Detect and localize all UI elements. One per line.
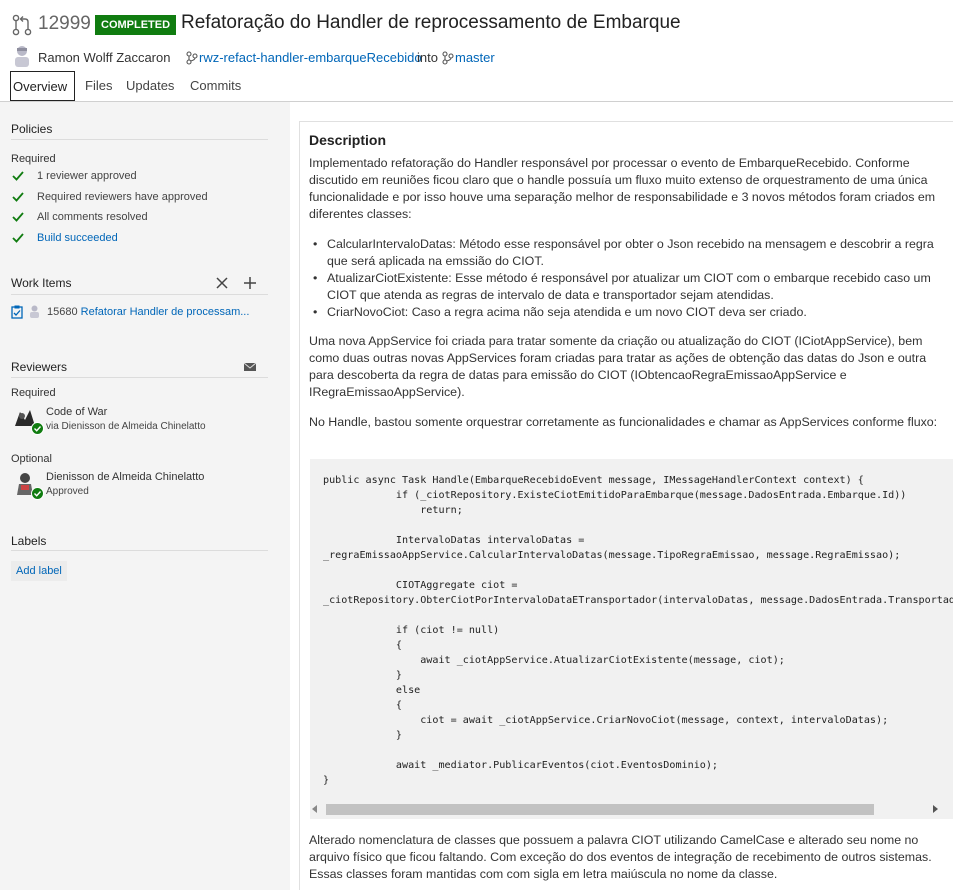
policy-label: All comments resolved <box>37 211 148 223</box>
tab-files[interactable]: Files <box>85 71 112 101</box>
description-title: Description <box>309 132 387 148</box>
work-item-id: 15680 <box>47 306 78 318</box>
author-avatar[interactable] <box>12 45 32 67</box>
mail-icon[interactable] <box>243 360 257 374</box>
policy-item: Build succeeded <box>11 231 271 249</box>
branch-icon <box>442 51 454 65</box>
author-name: Ramon Wolff Zaccaron <box>38 50 171 65</box>
work-item-label: 15680 Refatorar Handler de processam... <box>47 306 249 318</box>
source-branch-link[interactable]: rwz-refact-handler-embarqueRecebido <box>199 50 422 65</box>
policy-item: 1 reviewer approved <box>11 169 271 187</box>
add-icon[interactable] <box>243 276 257 290</box>
reviewer-optional[interactable]: Dienisson de Almeida Chinelatto Approved <box>11 471 271 507</box>
into-label: into <box>417 50 438 65</box>
reviewers-optional-label: Optional <box>11 453 52 465</box>
tab-commits[interactable]: Commits <box>190 71 241 101</box>
reviewer-via[interactable]: via Dienisson de Almeida Chinelatto <box>46 421 206 432</box>
labels-title: Labels <box>11 534 47 548</box>
list-item: CriarNovoCiot: Caso a regra acima não se… <box>309 304 939 321</box>
avatar <box>30 305 39 318</box>
handle-paragraph: No Handle, bastou somente orquestrar cor… <box>309 415 938 429</box>
approved-icon <box>31 422 44 435</box>
page-title: Refatoração do Handler de reprocessament… <box>181 12 681 33</box>
build-succeeded-link[interactable]: Build succeeded <box>37 232 118 244</box>
reviewer-name: Code of War <box>46 406 108 418</box>
code-block[interactable]: public async Task Handle(EmbarqueRecebid… <box>310 459 953 819</box>
reviewers-required-label: Required <box>11 387 56 399</box>
work-item-icon <box>11 305 23 319</box>
pr-header: 12999 COMPLETED Refatoração do Handler d… <box>0 0 953 102</box>
policies-required-label: Required <box>11 153 56 165</box>
reviewer-status: Approved <box>46 486 89 497</box>
policy-label: 1 reviewer approved <box>37 170 137 182</box>
description-intro: Implementado refatoração do Handler resp… <box>309 156 936 221</box>
approved-icon <box>31 487 44 500</box>
list-item: AtualizarCiotExistente: Esse método é re… <box>309 270 939 304</box>
reviewers-title: Reviewers <box>11 360 68 374</box>
divider <box>11 294 268 295</box>
tab-overview[interactable]: Overview <box>10 71 75 101</box>
divider <box>11 550 268 551</box>
scroll-left-arrow-icon[interactable] <box>312 805 317 813</box>
check-icon <box>12 233 24 243</box>
work-item-row[interactable]: 15680 Refatorar Handler de processam... <box>11 305 271 323</box>
pull-request-icon <box>12 14 32 36</box>
divider <box>11 139 268 140</box>
scroll-right-arrow-icon[interactable] <box>933 805 938 813</box>
code-horizontal-scrollbar[interactable] <box>310 801 940 818</box>
list-item: CalcularIntervaloDatas: Método esse resp… <box>309 236 939 270</box>
policy-label: Required reviewers have approved <box>37 191 208 203</box>
policy-item: All comments resolved <box>11 210 271 228</box>
close-icon[interactable] <box>215 276 229 290</box>
check-icon <box>12 171 24 181</box>
method-list: CalcularIntervaloDatas: Método esse resp… <box>309 236 939 321</box>
status-badge: COMPLETED <box>95 15 177 35</box>
target-branch-link[interactable]: master <box>455 50 495 65</box>
policies-title: Policies <box>11 122 53 136</box>
check-icon <box>12 212 24 222</box>
divider <box>11 377 268 378</box>
add-label-button[interactable]: Add label <box>11 561 67 581</box>
branch-icon <box>186 51 198 65</box>
work-item-link[interactable]: Refatorar Handler de processam... <box>81 306 250 318</box>
pr-id: 12999 <box>38 13 91 34</box>
code-text: public async Task Handle(EmbarqueRecebid… <box>323 475 953 786</box>
tab-updates[interactable]: Updates <box>126 71 174 101</box>
author-row: Ramon Wolff Zaccaron rwz-refact-handler-… <box>12 45 952 71</box>
reviewer-required[interactable]: Code of War via Dienisson de Almeida Chi… <box>11 406 271 442</box>
policy-item: Required reviewers have approved <box>11 190 271 208</box>
scrollbar-thumb[interactable] <box>326 804 874 815</box>
check-icon <box>12 192 24 202</box>
appservice-paragraph: Uma nova AppService foi criada para trat… <box>309 334 927 399</box>
reviewer-name: Dienisson de Almeida Chinelatto <box>46 471 205 483</box>
footer-paragraph: Alterado nomenclatura de classes que pos… <box>309 833 932 881</box>
work-items-title: Work Items <box>11 276 72 290</box>
